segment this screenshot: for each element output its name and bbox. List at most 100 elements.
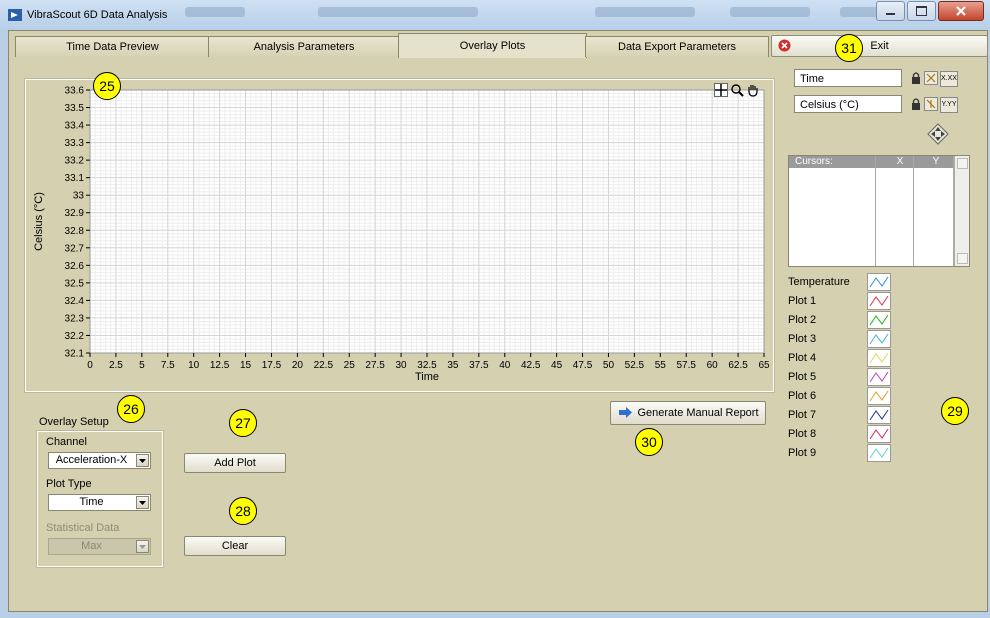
generate-manual-report-button[interactable]: Generate Manual Report	[610, 401, 766, 425]
y-tick-label: 32.7	[65, 243, 85, 254]
column-divider	[875, 156, 876, 266]
y-axis-label: Celsius (°C)	[33, 192, 45, 251]
y-tick-label: 32.9	[65, 208, 85, 219]
taskbar-app-tab[interactable]: VibraScout 6D Data Analysis	[8, 4, 178, 26]
chevron-down-icon	[136, 496, 149, 509]
y-tick-label: 32.2	[65, 331, 85, 342]
tab-data-export-parameters[interactable]: Data Export Parameters	[585, 36, 769, 57]
add-plot-button[interactable]: Add Plot	[184, 453, 286, 473]
tab-analysis-parameters[interactable]: Analysis Parameters	[208, 36, 400, 57]
x-tick-label: 2.5	[109, 360, 123, 371]
legend-swatch[interactable]	[867, 406, 891, 424]
x-tick-label: 55	[655, 360, 667, 371]
exit-label: Exit	[870, 40, 889, 52]
legend-label: Temperature	[788, 276, 850, 288]
legend-swatch[interactable]	[867, 387, 891, 405]
y-tick-label: 32.1	[65, 349, 85, 360]
overlay-setup-title: Overlay Setup	[39, 416, 109, 428]
legend-label: Plot 9	[788, 447, 817, 459]
blurred-tab	[730, 7, 810, 17]
plot-type-label: Plot Type	[46, 478, 92, 490]
scroll-up-arrow[interactable]	[957, 158, 968, 169]
x-tick-label: 5	[139, 360, 145, 371]
cursor-table-scrollbar[interactable]	[954, 156, 969, 266]
x-tick-label: 45	[551, 360, 563, 371]
main-panel: Time Data Preview Analysis Parameters Ov…	[8, 30, 988, 612]
x-axis-name-field[interactable]: Time	[794, 69, 902, 87]
exit-button[interactable]: Exit	[771, 35, 988, 57]
x-tick-label: 40	[499, 360, 511, 371]
cursor-mover-icon[interactable]	[927, 123, 949, 145]
y-tick-label: 33.4	[65, 121, 85, 132]
x-tick-label: 27.5	[365, 360, 385, 371]
x-tick-label: 0	[87, 360, 93, 371]
minimize-button[interactable]	[876, 1, 905, 21]
cursor-tool-icon[interactable]	[714, 83, 728, 97]
statistical-data-select[interactable]: Max	[48, 538, 151, 555]
pan-tool-icon[interactable]	[746, 83, 760, 97]
legend-label: Plot 4	[788, 352, 817, 364]
y-tick-label: 32.3	[65, 313, 85, 324]
legend-label: Plot 3	[788, 333, 817, 345]
tab-time-data-preview[interactable]: Time Data Preview	[15, 36, 210, 57]
legend-swatch[interactable]	[867, 444, 891, 462]
x-tick-label: 30	[396, 360, 408, 371]
y-format-button[interactable]: Y.YY	[940, 97, 958, 113]
legend-swatch[interactable]	[867, 311, 891, 329]
zoom-tool-icon[interactable]	[730, 83, 744, 97]
plot-type-select[interactable]: Time	[48, 494, 151, 511]
x-tick-label: 65	[758, 360, 770, 371]
y-axis-name-field[interactable]: Celsius (°C)	[794, 95, 902, 113]
window-controls	[874, 1, 984, 21]
x-tick-label: 35	[447, 360, 459, 371]
x-tick-label: 60	[707, 360, 719, 371]
x-lock-icon[interactable]	[909, 71, 923, 85]
y-autoscale-icon[interactable]	[924, 97, 938, 111]
legend-swatch[interactable]	[867, 349, 891, 367]
channel-select[interactable]: Acceleration-X	[48, 452, 151, 469]
y-tick-label: 33.6	[65, 86, 85, 97]
app-window: VibraScout 6D Data Analysis Time Data Pr…	[0, 0, 990, 618]
x-autoscale-icon[interactable]	[924, 71, 938, 85]
x-tick-label: 62.5	[728, 360, 748, 371]
x-format-button[interactable]: X.XX	[940, 71, 958, 87]
legend-label: Plot 5	[788, 371, 817, 383]
callout-badge-29: 29	[941, 397, 969, 425]
y-lock-icon[interactable]	[909, 97, 923, 111]
channel-value: Acceleration-X	[55, 454, 128, 466]
legend-swatch[interactable]	[867, 273, 891, 291]
x-tick-label: 52.5	[625, 360, 645, 371]
legend-label: Plot 6	[788, 390, 817, 402]
x-tick-label: 12.5	[210, 360, 230, 371]
legend-swatch[interactable]	[867, 368, 891, 386]
x-tick-label: 10	[188, 360, 200, 371]
legend-swatch[interactable]	[867, 425, 891, 443]
graph-canvas: 0 2.5 5 7.5 10 12.5 15 17.5 20 22.5 25 27.5 30 32.5 35…	[33, 86, 770, 384]
blurred-tab	[185, 7, 245, 17]
legend-swatch[interactable]	[867, 330, 891, 348]
tab-overlay-plots[interactable]: Overlay Plots	[398, 33, 587, 58]
y-tick-label: 33.5	[65, 103, 85, 114]
scroll-down-arrow[interactable]	[957, 253, 968, 264]
x-tick-label: 47.5	[573, 360, 593, 371]
cursor-table[interactable]: Cursors: X Y	[788, 155, 970, 267]
close-icon	[956, 6, 966, 16]
close-button[interactable]	[938, 1, 984, 21]
cursor-table-header: Cursors: X Y	[789, 156, 953, 168]
legend-swatch[interactable]	[867, 292, 891, 310]
cursor-header-y: Y	[932, 156, 940, 167]
x-tick-label: 57.5	[676, 360, 696, 371]
x-tick-label: 25	[344, 360, 356, 371]
blurred-tab	[595, 7, 695, 17]
channel-label: Channel	[46, 436, 87, 448]
plot-type-value: Time	[79, 496, 104, 508]
x-tick-label: 17.5	[262, 360, 282, 371]
x-tick-label: 32.5	[417, 360, 437, 371]
overlay-graph: 0 2.5 5 7.5 10 12.5 15 17.5 20 22.5 25 27.5 30 32.5 35…	[24, 78, 775, 393]
clear-button[interactable]: Clear	[184, 536, 286, 556]
tab-bar: Time Data Preview Analysis Parameters Ov…	[15, 33, 769, 58]
legend-label: Plot 8	[788, 428, 817, 440]
y-tick-label: 33	[73, 191, 85, 202]
maximize-button[interactable]	[907, 1, 936, 21]
x-tick-label: 15	[240, 360, 252, 371]
